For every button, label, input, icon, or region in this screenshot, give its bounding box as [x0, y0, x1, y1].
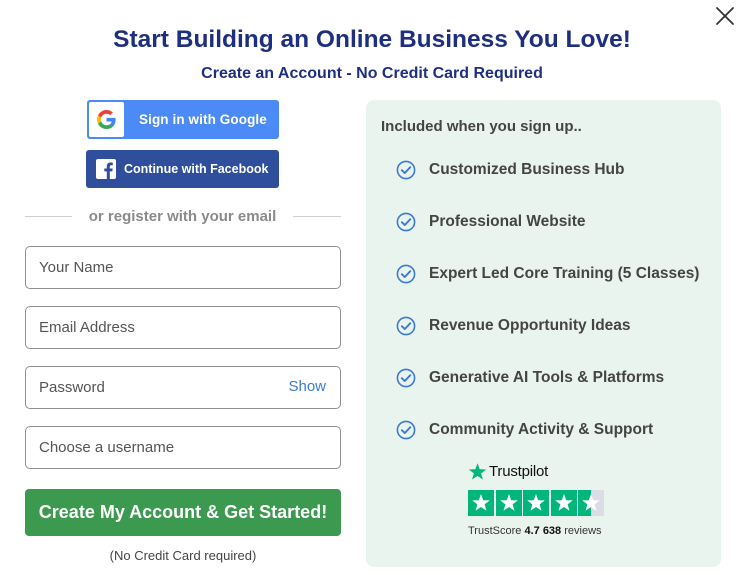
google-icon-container	[89, 102, 124, 137]
benefits-heading: Included when you sign up..	[381, 118, 582, 135]
trustpilot-score: TrustScore 4.7 638 reviews	[468, 525, 602, 537]
star-icon	[523, 490, 549, 516]
facebook-continue-button[interactable]: Continue with Facebook	[86, 150, 279, 188]
star-icon	[495, 490, 522, 516]
benefit-label: Generative AI Tools & Platforms	[429, 369, 665, 386]
trustscore-value: 4.7	[524, 525, 540, 537]
star-icon	[550, 490, 577, 516]
create-account-button[interactable]: Create My Account & Get Started!	[25, 489, 341, 536]
check-circle-icon	[396, 368, 416, 388]
benefit-item: Professional Website	[396, 212, 585, 232]
page-subtitle: Create an Account - No Credit Card Requi…	[201, 65, 543, 82]
username-input[interactable]	[39, 439, 279, 456]
check-circle-icon	[396, 212, 416, 232]
benefit-label: Expert Led Core Training (5 Classes)	[429, 265, 700, 282]
divider-text: or register with your email	[88, 208, 277, 225]
google-g-icon	[97, 110, 116, 129]
benefits-panel: Included when you sign up.. Customized B…	[366, 100, 721, 567]
review-count: 638	[542, 525, 562, 537]
email-field	[25, 306, 341, 349]
facebook-f-icon	[96, 159, 116, 179]
google-signin-button[interactable]: Sign in with Google	[87, 100, 279, 139]
divider-line-left	[25, 216, 72, 217]
divider-line-right	[293, 216, 341, 217]
benefit-label: Customized Business Hub	[429, 161, 625, 178]
benefit-label: Revenue Opportunity Ideas	[429, 317, 631, 334]
trustpilot-logo[interactable]: Trustpilot	[468, 462, 548, 481]
benefit-item: Generative AI Tools & Platforms	[396, 368, 664, 388]
username-field	[25, 426, 341, 469]
no-credit-card-note: (No Credit Card required)	[109, 548, 257, 563]
email-input[interactable]	[39, 319, 279, 336]
trustpilot-star-icon	[468, 463, 487, 480]
reviews-label: reviews	[564, 525, 602, 537]
check-circle-icon	[396, 160, 416, 180]
show-password-toggle[interactable]: Show	[288, 378, 326, 395]
trustpilot-rating-stars	[468, 490, 606, 516]
name-input[interactable]	[39, 259, 279, 276]
facebook-continue-label: Continue with Facebook	[124, 162, 269, 176]
check-circle-icon	[396, 264, 416, 284]
benefit-item: Community Activity & Support	[396, 420, 653, 440]
star-icon	[468, 490, 494, 516]
name-field	[25, 246, 341, 289]
benefit-label: Professional Website	[429, 213, 586, 230]
close-button[interactable]	[714, 5, 736, 27]
google-signin-label: Sign in with Google	[139, 112, 267, 127]
check-circle-icon	[396, 316, 416, 336]
trustpilot-brand: Trustpilot	[489, 463, 549, 480]
check-circle-icon	[396, 420, 416, 440]
benefit-item: Expert Led Core Training (5 Classes)	[396, 264, 699, 284]
password-field: Show	[25, 366, 341, 409]
benefit-label: Community Activity & Support	[429, 421, 654, 438]
star-half-icon	[578, 490, 604, 516]
trustscore-label: TrustScore	[468, 525, 522, 537]
benefit-item: Revenue Opportunity Ideas	[396, 316, 631, 336]
benefit-item: Customized Business Hub	[396, 160, 625, 180]
close-icon	[716, 7, 734, 25]
password-input[interactable]	[39, 379, 279, 396]
page-title: Start Building an Online Business You Lo…	[113, 26, 631, 53]
